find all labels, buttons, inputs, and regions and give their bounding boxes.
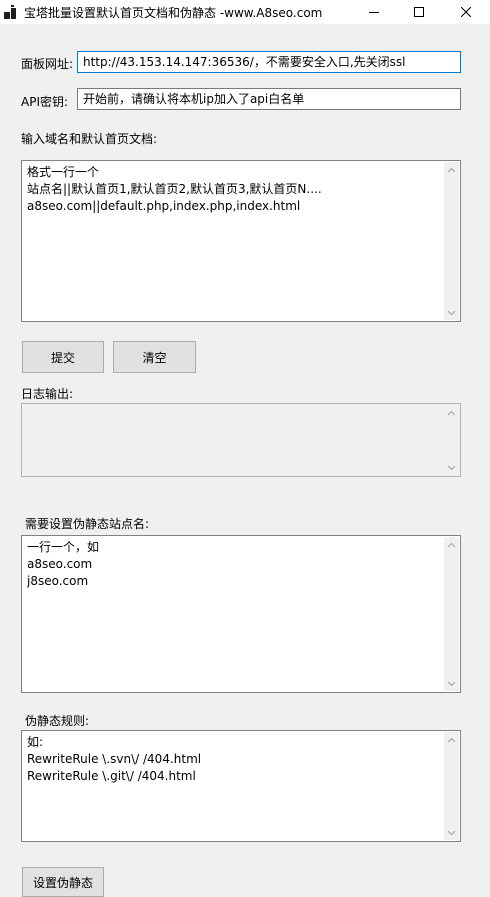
rewrite-rules-line: RewriteRule \.svn\/ /404.html	[27, 752, 202, 766]
scroll-up-button[interactable]	[444, 732, 459, 747]
scroll-down-button[interactable]	[444, 825, 459, 840]
rewrite-rules-line: 如:	[27, 735, 44, 749]
close-button[interactable]	[443, 0, 489, 24]
rewrite-sites-line: a8seo.com	[27, 557, 93, 571]
rewrite-sites-line: j8seo.com	[27, 574, 89, 588]
scroll-down-button[interactable]	[444, 305, 459, 320]
chevron-down-icon	[447, 830, 456, 835]
domains-line: 格式一行一个	[27, 165, 100, 179]
rewrite-sites-scrollbar[interactable]	[444, 537, 459, 691]
rewrite-sites-text: 一行一个，如 a8seo.com j8seo.com	[27, 539, 440, 590]
scroll-up-button[interactable]	[444, 537, 459, 552]
rewrite-rules-label: 伪静态规则:	[25, 714, 90, 728]
domains-line: 站点名||默认首页1,默认首页2,默认首页3,默认首页N....	[27, 182, 322, 196]
maximize-icon	[414, 7, 424, 17]
scroll-down-button[interactable]	[444, 676, 459, 691]
chevron-up-icon	[447, 737, 456, 742]
domains-line: a8seo.com||default.php,index.php,index.h…	[27, 199, 301, 213]
domains-text: 格式一行一个 站点名||默认首页1,默认首页2,默认首页3,默认首页N.... …	[27, 164, 440, 215]
rewrite-sites-line: 一行一个，如	[27, 540, 100, 554]
scroll-up-button[interactable]	[444, 162, 459, 177]
chevron-up-icon	[447, 167, 456, 172]
scroll-down-button[interactable]	[444, 460, 459, 475]
minimize-icon	[369, 12, 379, 13]
log-textarea[interactable]	[21, 403, 461, 477]
api-key-input[interactable]: 开始前，请确认将本机ip加入了api白名单	[77, 88, 461, 110]
rewrite-rules-line: RewriteRule \.git\/ /404.html	[27, 769, 196, 783]
api-key-label: API密钥:	[21, 95, 69, 109]
chevron-down-icon	[447, 465, 456, 470]
rewrite-sites-label: 需要设置伪静态站点名:	[25, 517, 150, 531]
submit-button[interactable]: 提交	[22, 341, 104, 373]
chevron-down-icon	[447, 681, 456, 686]
log-scrollbar[interactable]	[444, 405, 459, 475]
close-icon	[461, 7, 471, 17]
set-rewrite-button[interactable]: 设置伪静态	[22, 867, 104, 897]
rewrite-rules-textarea[interactable]: 如: RewriteRule \.svn\/ /404.html Rewrite…	[21, 730, 461, 842]
scroll-up-button[interactable]	[444, 405, 459, 420]
chevron-down-icon	[447, 310, 456, 315]
rewrite-rules-text: 如: RewriteRule \.svn\/ /404.html Rewrite…	[27, 734, 440, 785]
clear-button[interactable]: 清空	[113, 341, 196, 373]
rewrite-rules-scrollbar[interactable]	[444, 732, 459, 840]
panel-url-label: 面板网址:	[21, 57, 74, 71]
rewrite-sites-textarea[interactable]: 一行一个，如 a8seo.com j8seo.com	[21, 535, 461, 693]
domains-label: 输入域名和默认首页文档:	[21, 132, 158, 146]
log-label: 日志输出:	[21, 387, 74, 401]
window-title: 宝塔批量设置默认首页文档和伪静态 -www.A8seo.com	[24, 6, 323, 20]
domains-scrollbar[interactable]	[444, 162, 459, 320]
maximize-button[interactable]	[396, 0, 442, 24]
domains-textarea[interactable]: 格式一行一个 站点名||默认首页1,默认首页2,默认首页3,默认首页N.... …	[21, 160, 461, 322]
app-icon	[4, 5, 18, 19]
chevron-up-icon	[447, 542, 456, 547]
title-bar[interactable]: 宝塔批量设置默认首页文档和伪静态 -www.A8seo.com	[0, 0, 490, 24]
minimize-button[interactable]	[351, 0, 397, 24]
panel-url-input[interactable]: http://43.153.14.147:36536/，不需要安全入口,先关闭s…	[77, 51, 461, 73]
chevron-up-icon	[447, 410, 456, 415]
